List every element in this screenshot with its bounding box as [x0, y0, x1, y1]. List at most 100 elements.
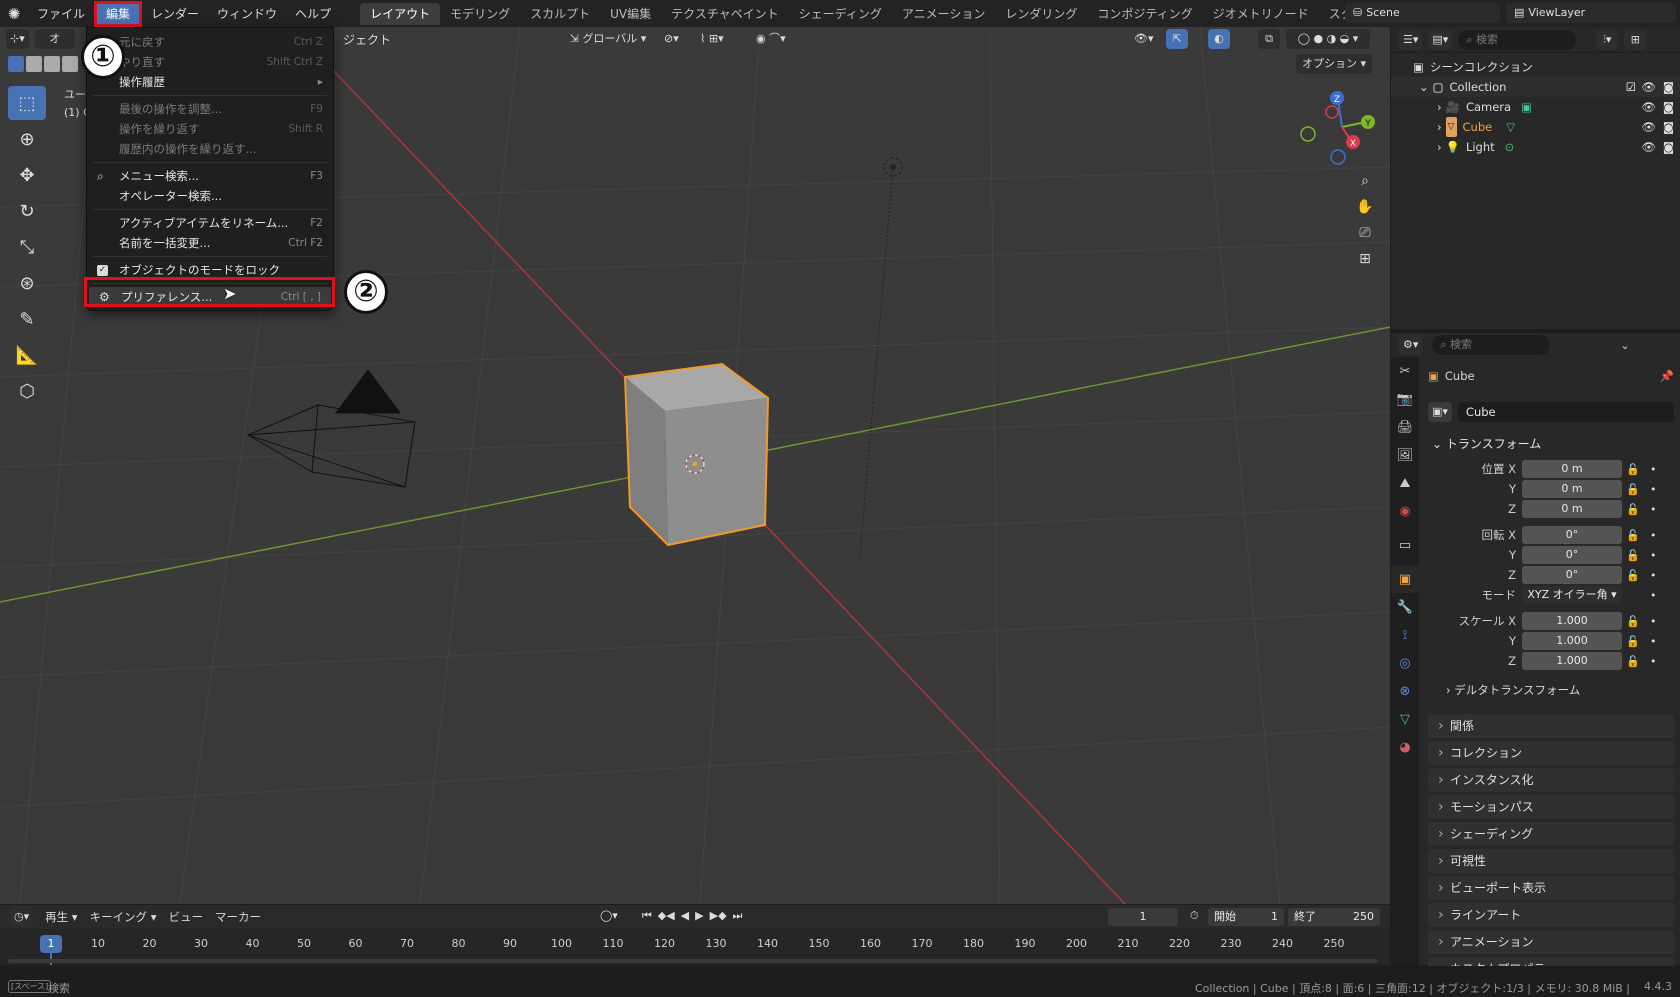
material-tab-icon[interactable]: ◕: [1391, 733, 1419, 761]
chevron-down-icon[interactable]: ⌄: [1620, 339, 1629, 352]
camera-view-icon[interactable]: ⎚: [1352, 220, 1378, 246]
camera-render-icon[interactable]: ◙: [1663, 77, 1674, 97]
keyframe-dot-icon[interactable]: •: [1650, 589, 1670, 602]
outliner-item-light[interactable]: › 💡 Light ⊙ 👁 ◙: [1391, 137, 1680, 157]
camera-render-icon[interactable]: ◙: [1663, 97, 1674, 117]
object-menu[interactable]: ジェクト: [343, 31, 391, 48]
auto-keying-icon[interactable]: ◯▾: [600, 909, 618, 923]
transform-tool[interactable]: ⊛: [8, 266, 46, 300]
tab-modeling[interactable]: モデリング: [440, 3, 520, 25]
menu-item-repeat-history[interactable]: 履歴内の操作を繰り返す...: [87, 139, 333, 159]
section-viewport-display[interactable]: ビューポート表示: [1428, 876, 1674, 900]
physics-tab-icon[interactable]: ◎: [1391, 649, 1419, 677]
jump-end-icon[interactable]: ⏭: [733, 909, 743, 923]
tab-compositing[interactable]: コンポジティング: [1087, 3, 1202, 25]
section-shading[interactable]: シェーディング: [1428, 822, 1674, 846]
editor-type-button[interactable]: ⊹▾: [6, 29, 29, 49]
timeline-menu-view[interactable]: ビュー: [169, 909, 204, 925]
tab-animation[interactable]: アニメーション: [892, 3, 996, 25]
menu-item-operator-search[interactable]: オペレーター検索...: [87, 186, 333, 206]
lock-icon[interactable]: 🔓: [1626, 529, 1646, 542]
tool-tab-icon[interactable]: ✂: [1391, 357, 1419, 385]
menu-item-rename-active[interactable]: アクティブアイテムをリネーム... F2: [87, 213, 333, 233]
gizmo-toggle[interactable]: ⇱: [1166, 29, 1188, 49]
output-tab-icon[interactable]: 🖨: [1391, 413, 1419, 441]
select-mode-buttons[interactable]: [8, 56, 78, 72]
menu-render[interactable]: レンダー: [142, 2, 208, 26]
next-keyframe-icon[interactable]: ▶◆: [710, 909, 727, 923]
select-invert-icon[interactable]: [62, 56, 78, 72]
overlay-toggle[interactable]: ◐: [1208, 29, 1230, 49]
tab-rendering[interactable]: レンダリング: [995, 3, 1087, 25]
section-motion-paths[interactable]: モーションパス: [1428, 795, 1674, 819]
keyframe-dot-icon[interactable]: •: [1650, 635, 1670, 648]
eye-icon[interactable]: 👁: [1641, 137, 1656, 157]
menu-item-adjust-last[interactable]: 最後の操作を調整... F9: [87, 99, 333, 119]
particles-tab-icon[interactable]: ⟟: [1391, 621, 1419, 649]
rotate-tool[interactable]: ↻: [8, 194, 46, 228]
visibility-button[interactable]: 👁▾: [1130, 29, 1158, 49]
menu-item-batch-rename[interactable]: 名前を一括変更... Ctrl F2: [87, 233, 333, 253]
scale-z-field[interactable]: 1.000: [1522, 652, 1622, 670]
menu-file[interactable]: ファイル: [28, 2, 94, 26]
display-mode-button[interactable]: ▤▾: [1428, 29, 1453, 50]
select-subtract-icon[interactable]: [44, 56, 60, 72]
section-line-art[interactable]: ラインアート: [1428, 903, 1674, 927]
view-layer-selector[interactable]: ▤ ViewLayer: [1506, 3, 1676, 23]
scale-tool[interactable]: ⤡: [8, 230, 46, 264]
transform-header[interactable]: ⌄ トランスフォーム: [1428, 432, 1674, 456]
perspective-grid-icon[interactable]: ⊞: [1352, 246, 1378, 272]
play-reverse-icon[interactable]: ◀: [681, 909, 689, 923]
keyframe-dot-icon[interactable]: •: [1650, 655, 1670, 668]
render-tab-icon[interactable]: 📷: [1391, 385, 1419, 413]
camera-render-icon[interactable]: ◙: [1663, 137, 1674, 157]
cursor-tool[interactable]: ⊕: [8, 122, 46, 156]
section-animation[interactable]: アニメーション: [1428, 930, 1674, 954]
lock-icon[interactable]: 🔓: [1626, 483, 1646, 496]
annotate-tool[interactable]: ✎: [8, 302, 46, 336]
keyframe-dot-icon[interactable]: •: [1650, 483, 1670, 496]
timeline-menu-marker[interactable]: マーカー: [215, 909, 261, 925]
tab-layout[interactable]: レイアウト: [360, 2, 441, 25]
select-box-icon[interactable]: [8, 56, 24, 72]
outliner-collection[interactable]: ⌄ ▢ Collection ☑ 👁 ◙: [1391, 77, 1680, 97]
new-collection-icon[interactable]: ⊞: [1624, 29, 1647, 50]
lock-icon[interactable]: 🔓: [1626, 655, 1646, 668]
lock-icon[interactable]: 🔓: [1626, 503, 1646, 516]
current-frame-field[interactable]: 1: [1108, 908, 1178, 926]
play-icon[interactable]: ▶: [695, 909, 703, 923]
object-tab-icon[interactable]: ▣: [1391, 565, 1419, 593]
menu-item-repeat-last[interactable]: 操作を繰り返す Shift R: [87, 119, 333, 139]
outliner-scene-collection[interactable]: ▣ シーンコレクション: [1391, 57, 1680, 77]
cube-object[interactable]: [623, 362, 770, 547]
eye-icon[interactable]: 👁: [1641, 77, 1656, 97]
properties-editor-type[interactable]: ⚙▾: [1399, 335, 1423, 355]
properties-search-input[interactable]: ⌕ 検索: [1432, 335, 1551, 355]
outliner-search-input[interactable]: ⌕ 検索: [1458, 29, 1577, 50]
timeline-menu-playback[interactable]: 再生 ▾: [45, 909, 77, 925]
object-datablock-browse[interactable]: ▣▾: [1428, 402, 1452, 422]
modifier-tab-icon[interactable]: 🔧: [1391, 593, 1419, 621]
outliner-editor-type[interactable]: ☰▾: [1399, 29, 1423, 50]
options-dropdown[interactable]: オプション ▾: [1296, 54, 1373, 74]
section-instancing[interactable]: インスタンス化: [1428, 768, 1674, 792]
keyframe-dot-icon[interactable]: •: [1650, 503, 1670, 516]
outliner-item-cube[interactable]: › ▽ Cube ▽ 👁 ◙: [1391, 117, 1680, 137]
proportional-edit-button[interactable]: ◉ ⌒▾: [752, 29, 790, 49]
select-extend-icon[interactable]: [26, 56, 42, 72]
filter-icon[interactable]: ⫶▾: [1596, 29, 1619, 50]
delta-transform-subpanel[interactable]: › デルタトランスフォーム: [1428, 678, 1674, 702]
checkbox-icon[interactable]: ☑: [1626, 77, 1636, 97]
jump-start-icon[interactable]: ⏮: [642, 909, 652, 923]
lock-icon[interactable]: 🔓: [1626, 549, 1646, 562]
scale-y-field[interactable]: 1.000: [1522, 632, 1622, 650]
rotation-y-field[interactable]: 0°: [1522, 546, 1622, 564]
scene-selector[interactable]: ⛁ Scene: [1345, 3, 1500, 23]
keyframe-dot-icon[interactable]: •: [1650, 529, 1670, 542]
pan-hand-icon[interactable]: ✋: [1352, 194, 1378, 220]
tab-geometry-nodes[interactable]: ジオメトリノード: [1203, 3, 1319, 25]
timeline-editor-type[interactable]: ◷▾: [10, 907, 34, 927]
zoom-icon[interactable]: ⌕: [1352, 168, 1378, 194]
end-frame-field[interactable]: 終了 250: [1288, 908, 1380, 926]
menu-window[interactable]: ウィンドウ: [208, 2, 286, 26]
